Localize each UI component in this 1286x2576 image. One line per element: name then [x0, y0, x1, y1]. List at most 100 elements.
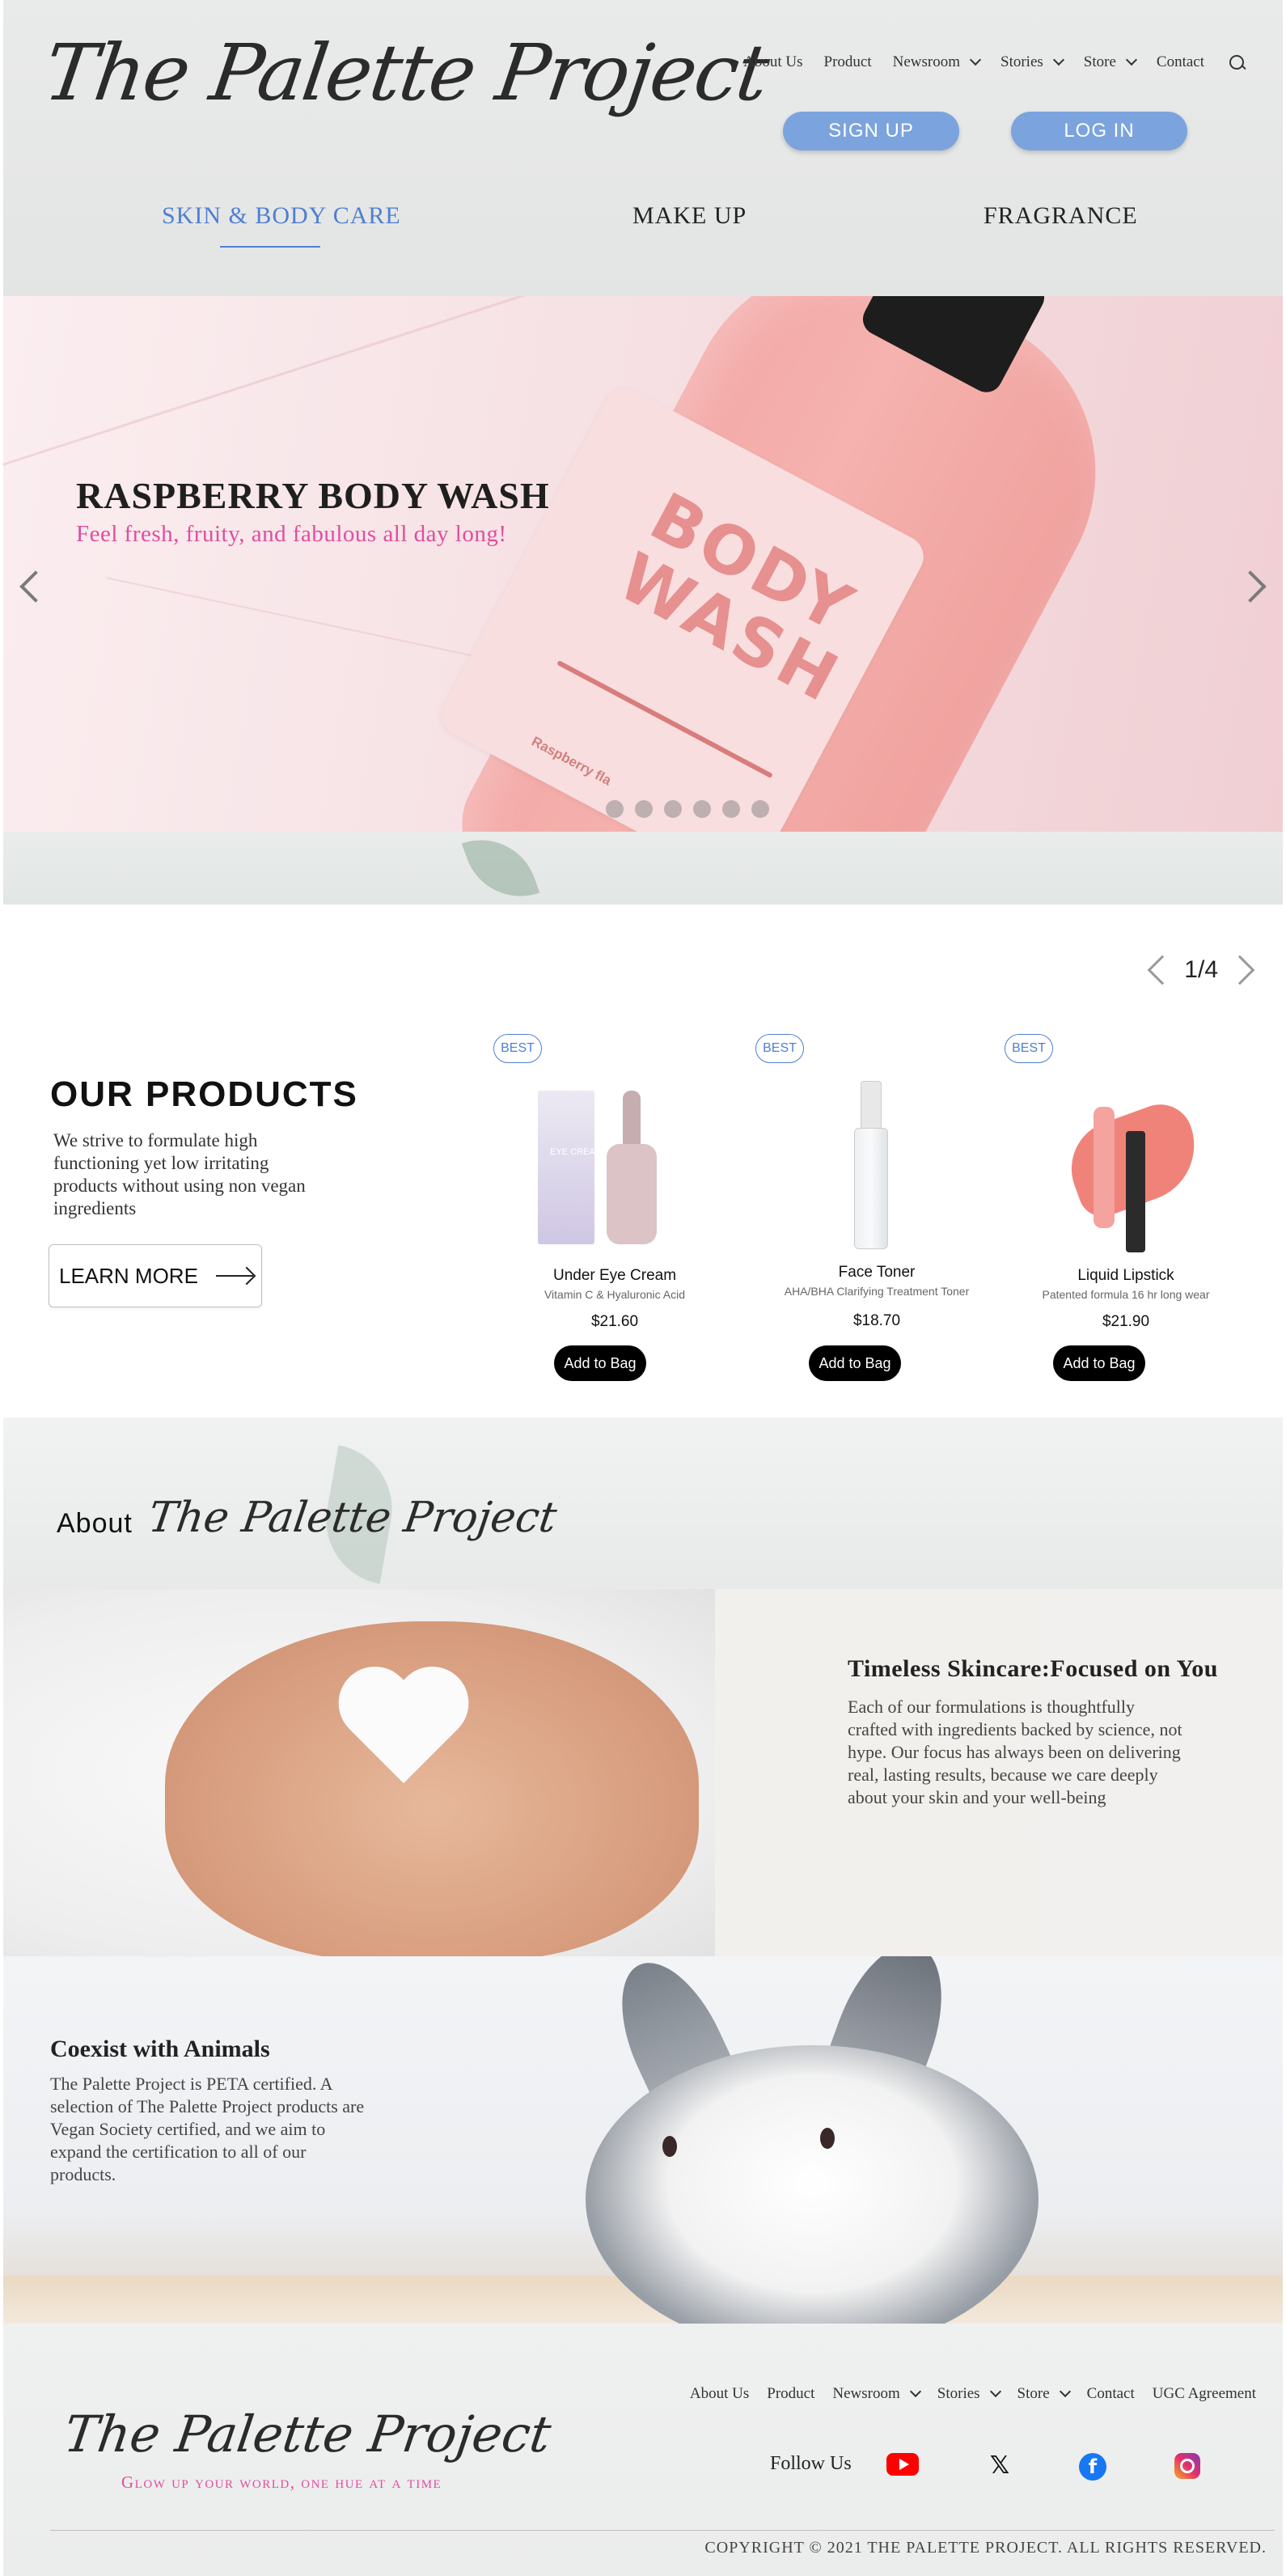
carousel-next-icon[interactable] — [1234, 570, 1267, 603]
nav-item-product[interactable]: Product — [814, 53, 882, 71]
nav-label: Contact — [1086, 2385, 1135, 2402]
copyright-text: COPYRIGHT © 2021 THE PALETTE PROJECT. AL… — [704, 2539, 1267, 2557]
dropper-bottle — [607, 1144, 657, 1244]
product-card-liquid-lipstick[interactable]: BEST Liquid Lipstick Patented formula 16… — [1005, 1034, 1247, 1381]
product-name: Face Toner — [838, 1264, 916, 1281]
youtube-icon[interactable] — [886, 2453, 919, 2476]
face-toner-image — [755, 1074, 998, 1252]
nav-item-contact[interactable]: Contact — [1146, 53, 1215, 71]
about-heading-band: About The Palette Project — [3, 1417, 1283, 1589]
pager-current: 1 — [1184, 956, 1198, 983]
bunny-eye — [662, 2136, 677, 2157]
footer-tagline: Glow up your world, one hue at a time — [121, 2472, 442, 2492]
skincare-text: Each of our formulations is thoughtfully… — [848, 1697, 1182, 1807]
chevron-down-icon — [989, 2385, 1001, 2398]
nav-item-store[interactable]: Store — [1073, 53, 1146, 71]
nav-label: Product — [767, 2385, 815, 2402]
cream-heart-image — [335, 1670, 472, 1799]
chevron-down-icon — [1059, 2385, 1071, 2398]
hero-carousel: BODY WASH Raspberry fla RASPBERRY BODY W… — [3, 296, 1283, 832]
product-price: $21.90 — [1102, 1313, 1150, 1330]
add-to-bag-button[interactable]: Add to Bag — [1053, 1345, 1145, 1381]
cream-box — [538, 1091, 594, 1244]
search-icon[interactable] — [1221, 50, 1250, 74]
site-footer: About Us Product Newsroom Stories Store … — [3, 2324, 1283, 2576]
carousel-dot[interactable] — [693, 800, 711, 818]
carousel-dot[interactable] — [635, 800, 653, 818]
leaf-decoration — [461, 824, 540, 913]
pager-next-icon[interactable] — [1225, 955, 1255, 985]
footer-nav-store[interactable]: Store — [1009, 2385, 1078, 2403]
product-name: Under Eye Cream — [552, 1267, 677, 1284]
carousel-dot[interactable] — [664, 800, 682, 818]
skincare-feature: Timeless Skincare:Focused on You Each of… — [3, 1589, 1283, 1956]
nav-label: UGC Agreement — [1152, 2385, 1256, 2402]
site-header: The Palette Project About Us Product New… — [0, 0, 1286, 296]
category-skin-body-care[interactable]: SKIN & BODY CARE — [162, 202, 401, 230]
instagram-icon[interactable] — [1174, 2453, 1200, 2479]
best-badge: BEST — [493, 1034, 542, 1063]
marble-vein — [3, 296, 666, 476]
footer-nav-ugc-agreement[interactable]: UGC Agreement — [1144, 2385, 1265, 2403]
learn-more-label: LEARN MORE — [59, 1263, 198, 1288]
lipstick-applicator — [1126, 1131, 1145, 1252]
add-to-bag-button[interactable]: Add to Bag — [554, 1345, 646, 1381]
product-price: $21.60 — [590, 1313, 639, 1330]
carousel-dot[interactable] — [722, 800, 740, 818]
nav-label: Newsroom — [892, 53, 960, 70]
best-badge: BEST — [1005, 1034, 1053, 1063]
learn-more-button[interactable]: LEARN MORE — [49, 1244, 262, 1307]
nav-item-stories[interactable]: Stories — [990, 53, 1073, 71]
sign-up-button[interactable]: SIGN UP — [783, 112, 959, 150]
liquid-lipstick-image — [1005, 1074, 1247, 1252]
add-to-bag-button[interactable]: Add to Bag — [809, 1345, 901, 1381]
skincare-title: Timeless Skincare:Focused on You — [848, 1655, 1218, 1682]
x-icon[interactable]: 𝕏 — [984, 2451, 1016, 2480]
log-in-button[interactable]: LOG IN — [1011, 112, 1187, 150]
cream-box-label: EYE CREAM — [550, 1147, 603, 1157]
nav-label: About Us — [743, 53, 803, 70]
footer-nav-newsroom[interactable]: Newsroom — [823, 2385, 928, 2403]
footer-nav-about-us[interactable]: About Us — [681, 2385, 758, 2403]
facebook-icon[interactable]: f — [1079, 2453, 1106, 2481]
products-description: We strive to formulate high functioning … — [53, 1130, 306, 1218]
under-eye-cream-image: EYE CREAM — [493, 1074, 736, 1252]
carousel-dot[interactable] — [751, 800, 769, 818]
about-prefix: About — [57, 1508, 133, 1539]
nav-label: Store — [1017, 2385, 1050, 2402]
category-make-up[interactable]: MAKE UP — [632, 202, 747, 230]
footer-logo[interactable]: The Palette Project — [61, 2404, 555, 2464]
about-brand-script: The Palette Project — [145, 1493, 560, 1542]
product-name: Liquid Lipstick — [1077, 1267, 1174, 1284]
product-subtitle: Patented formula 16 hr long wear — [1042, 1288, 1210, 1301]
nav-item-newsroom[interactable]: Newsroom — [882, 53, 990, 71]
pager-prev-icon[interactable] — [1147, 955, 1178, 985]
chevron-down-icon — [969, 53, 982, 66]
nav-label: Newsroom — [832, 2385, 900, 2402]
nav-label: About Us — [689, 2385, 750, 2402]
footer-nav-product[interactable]: Product — [758, 2385, 823, 2403]
nav-label: Stories — [937, 2385, 980, 2402]
footer-nav: About Us Product Newsroom Stories Store … — [681, 2385, 1265, 2403]
bunny-eye — [820, 2128, 835, 2149]
best-badge: BEST — [755, 1034, 804, 1063]
lipstick-tube — [1094, 1107, 1115, 1228]
decorative-band — [3, 824, 1283, 913]
carousel-dot[interactable] — [606, 800, 624, 818]
product-subtitle: AHA/BHA Clarifying Treatment Toner — [784, 1285, 970, 1298]
category-fragrance[interactable]: FRAGRANCE — [984, 202, 1138, 230]
toner-bottle — [854, 1128, 888, 1249]
nav-item-about-us[interactable]: About Us — [733, 53, 813, 71]
top-nav: About Us Product Newsroom Stories Store … — [733, 50, 1250, 74]
animals-text: The Palette Project is PETA certified. A… — [50, 2074, 365, 2184]
product-card-face-toner[interactable]: BEST Face Toner AHA/BHA Clarifying Treat… — [755, 1034, 998, 1381]
footer-nav-contact[interactable]: Contact — [1078, 2385, 1144, 2403]
footer-nav-stories[interactable]: Stories — [929, 2385, 1009, 2403]
carousel-prev-icon[interactable] — [19, 570, 52, 603]
brand-logo[interactable]: The Palette Project — [39, 28, 773, 118]
product-card-under-eye-cream[interactable]: BEST EYE CREAM Under Eye Cream Vitamin C… — [493, 1034, 736, 1381]
chevron-down-icon — [909, 2385, 921, 2398]
pager-indicator: 1/4 — [1184, 956, 1218, 984]
nav-label: Store — [1083, 53, 1116, 70]
nav-label: Contact — [1156, 53, 1204, 70]
